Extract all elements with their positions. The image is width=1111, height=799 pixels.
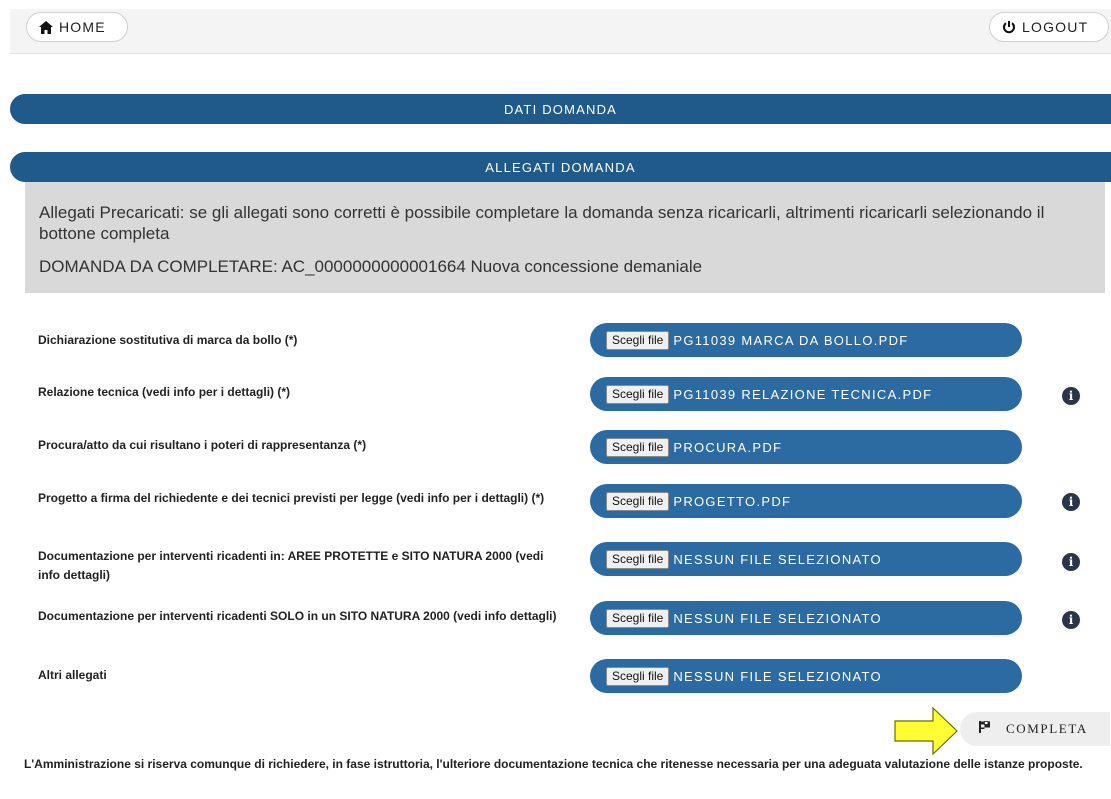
file-name: PG11039 RELAZIONE TECNICA.PDF [673, 386, 933, 402]
file-name: NESSUN FILE SELEZIONATO [673, 668, 882, 684]
attachment-label: Procura/atto da cui risultano i poteri d… [38, 438, 367, 452]
file-input[interactable]: Scegli file PG11039 RELAZIONE TECNICA.PD… [590, 377, 1022, 411]
choose-file-button[interactable]: Scegli file [606, 330, 670, 350]
home-label: HOME [59, 19, 106, 35]
attachment-label: Documentazione per interventi ricadenti … [38, 609, 557, 623]
choose-file-button[interactable]: Scegli file [606, 608, 670, 628]
section-dati-title: DATI DOMANDA [503, 101, 618, 117]
attachment-label: Documentazione per interventi ricadenti … [38, 549, 544, 582]
file-input[interactable]: Scegli file NESSUN FILE SELEZIONATO [590, 659, 1022, 693]
file-input[interactable]: Scegli file NESSUN FILE SELEZIONATO [590, 601, 1022, 635]
file-name: NESSUN FILE SELEZIONATO [673, 551, 882, 567]
file-name: PG11039 MARCA DA BOLLO.PDF [673, 332, 909, 348]
power-icon [1002, 20, 1016, 34]
choose-file-button[interactable]: Scegli file [606, 549, 670, 569]
flag-icon [978, 720, 992, 738]
annotation-arrow-icon [894, 706, 958, 756]
choose-file-button[interactable]: Scegli file [606, 666, 670, 686]
logout-label: LOGOUT [1022, 19, 1089, 35]
info-icon[interactable]: i [1062, 553, 1080, 571]
home-icon [39, 20, 53, 34]
logout-button[interactable]: LOGOUT [989, 12, 1109, 42]
attachment-label: Altri allegati [38, 668, 107, 682]
info-icon[interactable]: i [1062, 387, 1080, 405]
attachment-label: Progetto a firma del richiedente e dei t… [38, 491, 545, 505]
footer-note: L'Amministrazione si riserva comunque di… [24, 757, 1083, 771]
info-icon[interactable]: i [1062, 611, 1080, 629]
choose-file-button[interactable]: Scegli file [606, 491, 670, 511]
file-name: PROGETTO.PDF [673, 493, 792, 509]
file-name: PROCURA.PDF [673, 439, 783, 455]
home-button[interactable]: HOME [26, 12, 128, 42]
info-icon[interactable]: i [1062, 493, 1080, 511]
section-dati-domanda[interactable]: DATI DOMANDA [10, 94, 1111, 124]
section-allegati-title: ALLEGATI DOMANDA [485, 159, 636, 175]
section-allegati-domanda[interactable]: ALLEGATI DOMANDA [10, 152, 1111, 182]
completa-label: COMPLETA [1006, 721, 1088, 736]
file-input[interactable]: Scegli file PROGETTO.PDF [590, 484, 1022, 518]
attachment-label: Relazione tecnica (vedi info per i detta… [38, 385, 291, 399]
choose-file-button[interactable]: Scegli file [606, 384, 670, 404]
domanda-id-text: DOMANDA DA COMPLETARE: AC_00000000000016… [39, 257, 703, 276]
file-input[interactable]: Scegli file PROCURA.PDF [590, 430, 1022, 464]
info-message: Allegati Precaricati: se gli allegati so… [39, 203, 1045, 243]
attachment-label: Dichiarazione sostitutiva di marca da bo… [38, 333, 298, 347]
file-input[interactable]: Scegli file NESSUN FILE SELEZIONATO [590, 542, 1022, 576]
file-name: NESSUN FILE SELEZIONATO [673, 610, 882, 626]
file-input[interactable]: Scegli file PG11039 MARCA DA BOLLO.PDF [590, 323, 1022, 357]
info-panel: Allegati Precaricati: se gli allegati so… [25, 182, 1105, 293]
choose-file-button[interactable]: Scegli file [606, 437, 670, 457]
top-navbar: HOME LOGOUT [10, 9, 1111, 54]
completa-button[interactable]: COMPLETA [960, 712, 1110, 746]
